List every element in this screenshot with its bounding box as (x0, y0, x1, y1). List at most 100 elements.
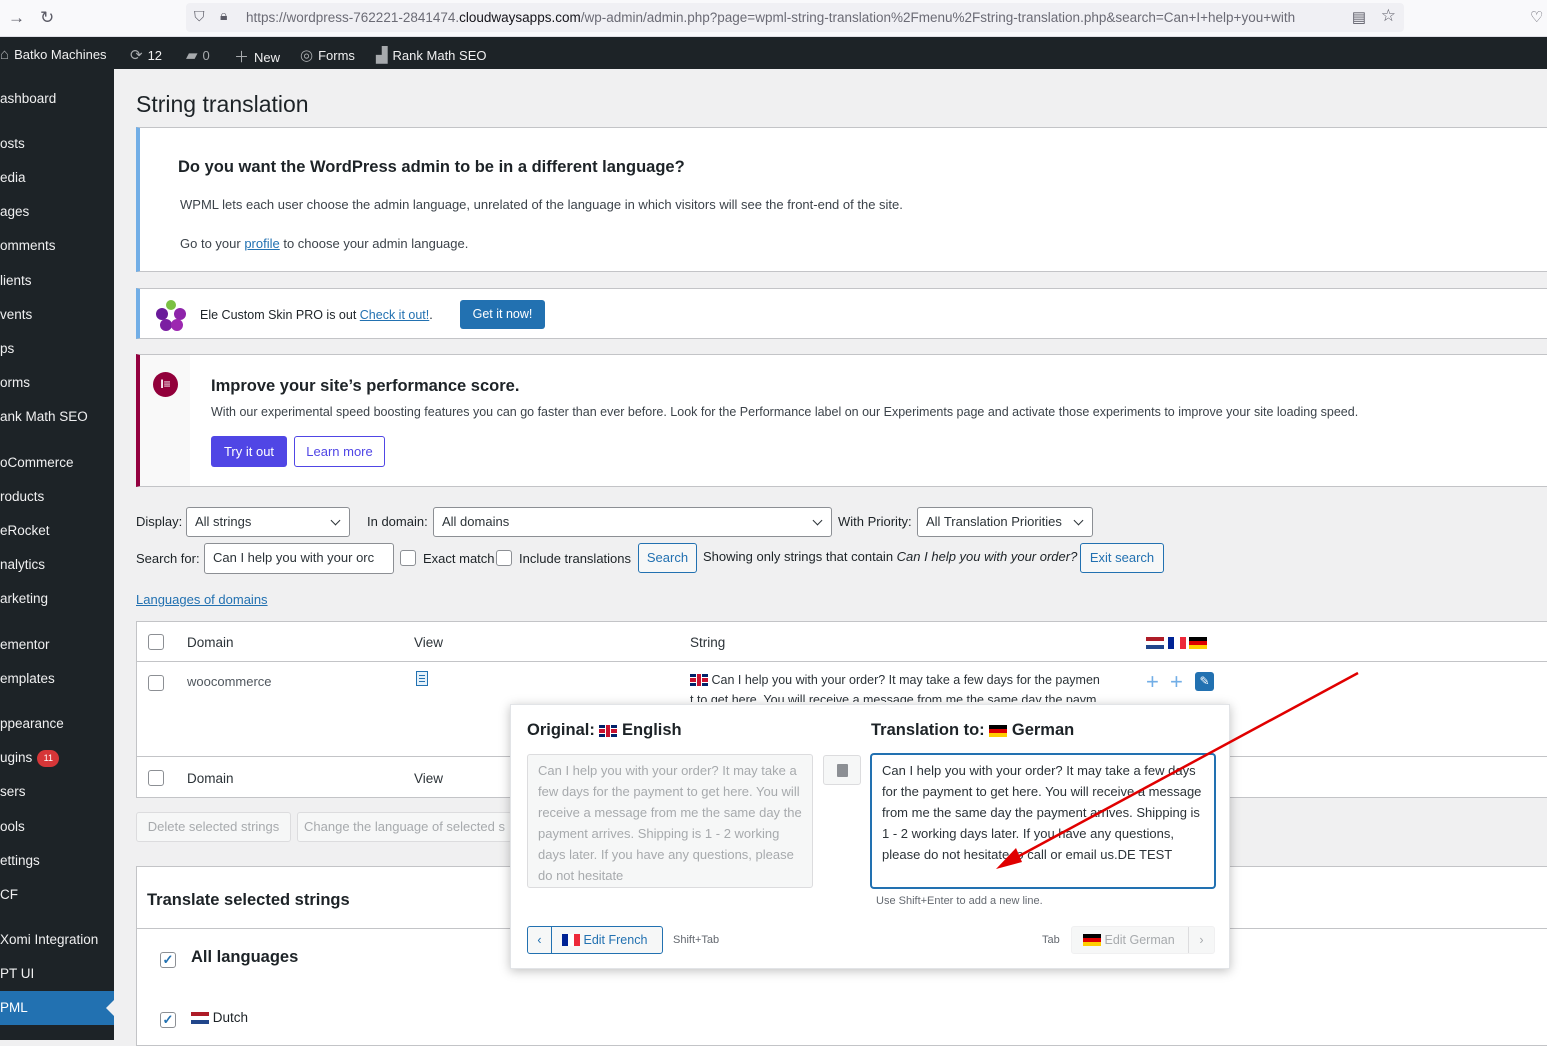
shift-tab-shortcut: Shift+Tab (673, 934, 720, 946)
sidebar-item-cpt-ui[interactable]: PT UI (0, 957, 114, 991)
include-translations-label: Include translations (519, 551, 632, 566)
sidebar-item-elementor[interactable]: ementor (0, 628, 114, 662)
sidebar-item-acf[interactable]: CF (0, 878, 114, 912)
sidebar-item-templates[interactable]: emplates (0, 662, 114, 696)
forward-icon[interactable]: → (8, 8, 25, 28)
sidebar-item-clients[interactable]: lients (0, 264, 114, 298)
exact-match-checkbox[interactable] (400, 550, 416, 566)
sidebar-item-pages[interactable]: ages (0, 195, 114, 229)
copy-original-button[interactable] (823, 755, 861, 785)
search-status-text: Showing only strings that contain Can I … (703, 549, 1078, 564)
edit-french-button[interactable]: ‹ Edit French (527, 926, 663, 954)
bookmark-star-icon[interactable]: ☆ (1381, 6, 1396, 26)
priority-select[interactable]: All Translation Priorities (917, 507, 1093, 537)
site-name-link[interactable]: ⌂ Batko Machines (0, 46, 107, 63)
sidebar-item-xomi[interactable]: Xomi Integration (0, 923, 114, 957)
shield-icon[interactable]: ⛉ (194, 8, 205, 25)
reader-view-icon[interactable]: ▤ (1352, 8, 1366, 26)
sidebar-item-users[interactable]: sers (0, 775, 114, 809)
row-string-text-line2: t to get here. You will receive a messag… (690, 693, 1097, 702)
sidebar-item-products[interactable]: roducts (0, 480, 114, 514)
include-translations-checkbox[interactable] (496, 550, 512, 566)
home-icon: ⌂ (0, 46, 10, 63)
search-label: Search for: (136, 551, 200, 566)
url-text[interactable]: https://wordpress-762221-2841474.cloudwa… (246, 10, 1344, 25)
delete-selected-button[interactable]: Delete selected strings (136, 812, 291, 842)
get-it-now-button[interactable]: Get it now! (460, 300, 545, 329)
sidebar-item-events[interactable]: vents (0, 298, 114, 332)
add-translation-french-icon[interactable]: + (1170, 671, 1183, 693)
learn-more-button[interactable]: Learn more (294, 436, 385, 467)
german-flag-icon (1083, 934, 1101, 946)
sidebar-item-analytics[interactable]: nalytics (0, 548, 114, 582)
page-title: String translation (136, 91, 309, 117)
sidebar-item-comments[interactable]: omments (0, 229, 114, 263)
domain-column-header[interactable]: Domain (187, 635, 234, 650)
sidebar-item-forms[interactable]: orms (0, 366, 114, 400)
exact-match-label: Exact match (423, 551, 495, 566)
sidebar-item-wpml[interactable]: PML (0, 991, 114, 1025)
chevron-left-icon: ‹ (528, 927, 552, 953)
profile-link[interactable]: profile (244, 236, 279, 251)
elementor-logo-icon: I≡ (153, 372, 178, 397)
dutch-flag-icon (1146, 637, 1164, 649)
comments-link[interactable]: ▰ 0 (186, 46, 210, 64)
add-translation-dutch-icon[interactable]: + (1146, 671, 1159, 693)
dutch-checkbox[interactable]: ✓ (160, 1012, 176, 1028)
translation-heading: Translation to: German (871, 721, 1075, 739)
french-flag-icon (1167, 637, 1186, 649)
sidebar-item-wprocket[interactable]: eRocket (0, 514, 114, 548)
sidebar-item-woocommerce[interactable]: oCommerce (0, 446, 114, 480)
url-bar[interactable]: ⛉ 🔒︎ https://wordpress-762221-2841474.cl… (186, 3, 1404, 32)
exit-search-button[interactable]: Exit search (1080, 543, 1164, 573)
search-button[interactable]: Search (638, 543, 697, 573)
german-flag-icon (1189, 637, 1208, 649)
string-column-header[interactable]: String (690, 635, 725, 650)
display-label: Display: (136, 514, 183, 529)
sidebar-item-rank-math[interactable]: ank Math SEO (0, 400, 114, 434)
check-it-out-link[interactable]: Check it out! (360, 308, 429, 322)
select-all-checkbox[interactable] (148, 634, 164, 650)
sidebar-item-plugins[interactable]: ugins 11 (0, 741, 114, 775)
elementor-notice-text: With our experimental speed boosting fea… (211, 405, 1359, 419)
sidebar-item-media[interactable]: edia (0, 161, 114, 195)
view-column-footer: View (414, 771, 444, 786)
new-content-link[interactable]: ＋ New (234, 46, 280, 67)
sidebar-item-posts[interactable]: osts (0, 127, 114, 161)
elementor-notice-heading: Improve your site’s performance score. (211, 377, 520, 395)
sidebar-item-dashboard[interactable]: ashboard (0, 82, 114, 116)
german-flag-icon (989, 725, 1008, 737)
edit-translation-german-icon[interactable]: ✎ (1195, 672, 1214, 691)
sidebar-item-apps[interactable]: ps (0, 332, 114, 366)
display-select[interactable]: All strings (186, 507, 350, 537)
languages-of-domains-link[interactable]: Languages of domains (136, 592, 268, 607)
wp-admin-bar: ⌂ Batko Machines ⟳ 12 ▰ 0 ＋ New ◎ Forms ▟ Rank… (0, 37, 1547, 69)
sidebar-item-label: ugins (0, 750, 33, 765)
select-all-footer-checkbox[interactable] (148, 770, 164, 786)
all-languages-checkbox[interactable]: ✓ (160, 952, 176, 968)
row-checkbox[interactable] (148, 675, 164, 691)
sidebar-item-marketing[interactable]: arketing (0, 582, 114, 616)
pocket-icon[interactable]: ♡ (1530, 8, 1543, 26)
updates-link[interactable]: ⟳ 12 (130, 46, 162, 64)
domain-select[interactable]: All domains (433, 507, 832, 537)
reload-icon[interactable]: ↻ (40, 8, 54, 28)
translation-text-area[interactable]: Can I help you with your order? It may t… (871, 754, 1215, 888)
rank-math-link[interactable]: ▟ Rank Math SEO (376, 46, 486, 64)
view-document-icon[interactable] (416, 671, 428, 686)
notice-text: WPML lets each user choose the admin lan… (180, 197, 903, 212)
ele-skin-text: Ele Custom Skin PRO is out Check it out!… (200, 308, 433, 322)
translation-editor-popup: Original: English Translation to: German… (510, 704, 1230, 969)
sidebar-item-settings[interactable]: ettings (0, 844, 114, 878)
change-language-button[interactable]: Change the language of selected s (297, 812, 512, 842)
sidebar-item-appearance[interactable]: ppearance (0, 707, 114, 741)
search-input[interactable]: Can I help you with your orc (204, 543, 394, 574)
try-it-out-button[interactable]: Try it out (211, 436, 287, 467)
sidebar-item-tools[interactable]: ools (0, 810, 114, 844)
ele-custom-skin-notice: Ele Custom Skin PRO is out Check it out!… (136, 288, 1547, 339)
notice-profile-text: Go to your profile to choose your admin … (180, 236, 469, 251)
edit-german-button[interactable]: Edit German › (1071, 926, 1215, 954)
lock-icon[interactable]: 🔒︎ (220, 7, 227, 24)
domain-column-footer[interactable]: Domain (187, 771, 234, 786)
forms-link[interactable]: ◎ Forms (300, 46, 355, 64)
